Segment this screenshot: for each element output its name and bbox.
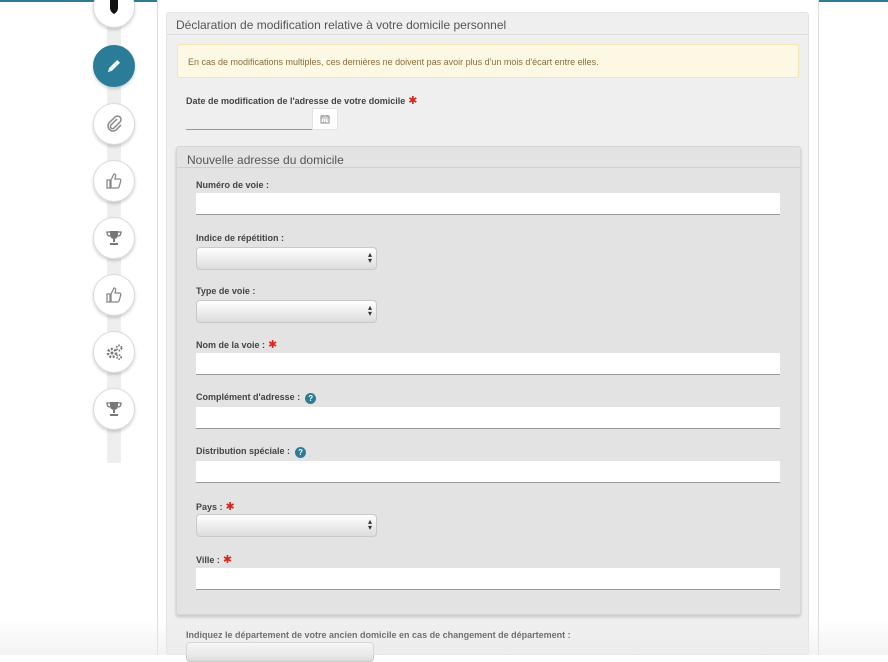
new-address-title: Nouvelle adresse du domicile (187, 153, 344, 167)
required-marker: ✱ (222, 554, 233, 566)
ville-label: Ville : ✱ (196, 553, 232, 566)
distribution-label-text: Distribution spéciale : (196, 446, 291, 456)
required-marker: ✱ (225, 501, 235, 513)
calendar-icon (320, 115, 330, 124)
pencil-icon (108, 60, 120, 72)
new-address-panel (176, 146, 801, 615)
select-arrows-icon: ▴ ▾ (367, 250, 372, 265)
step-edit[interactable] (93, 45, 135, 87)
distribution-input[interactable] (196, 461, 780, 483)
nom-voie-label-text: Nom de la voie : (196, 340, 266, 350)
warning-notice: En cas de modifications multiples, ces d… (177, 44, 799, 78)
ville-input[interactable] (196, 568, 780, 590)
date-label: Date de modification de l'adresse de vot… (186, 94, 417, 107)
paperclip-icon (107, 115, 122, 132)
trophy-icon (106, 402, 122, 416)
step-reward-2[interactable] (93, 388, 135, 430)
step-identity[interactable] (93, 0, 135, 28)
required-marker: ✱ (408, 95, 418, 107)
step-approve-2[interactable] (93, 274, 135, 316)
pays-select[interactable]: ▴ ▾ (196, 514, 377, 537)
trophy-icon (106, 231, 122, 245)
ville-label-text: Ville : (196, 555, 220, 565)
thumbs-up-icon (106, 173, 122, 189)
complement-label: Complément d'adresse :? (196, 392, 317, 404)
select-arrows-icon: ▴ ▾ (367, 517, 372, 532)
help-icon[interactable]: ? (295, 447, 307, 458)
complement-input[interactable] (196, 407, 780, 429)
nom-voie-input[interactable] (196, 353, 780, 375)
select-arrows-icon: ▴ ▾ (367, 303, 372, 318)
help-icon[interactable]: ? (305, 393, 317, 404)
calendar-button[interactable] (312, 108, 338, 130)
step-reward[interactable] (93, 217, 135, 259)
shield-icon (110, 0, 118, 14)
distribution-label: Distribution spéciale :? (196, 446, 307, 458)
numero-label: Numéro de voie : (196, 180, 270, 190)
indice-label: Indice de répétition : (196, 233, 285, 243)
pays-label: Pays : ✱ (196, 500, 235, 513)
type-voie-label: Type de voie : (196, 286, 256, 296)
required-marker: ✱ (268, 339, 278, 351)
new-address-divider (177, 167, 800, 168)
ancien-departement-label: Indiquez le département de votre ancien … (186, 630, 571, 640)
type-voie-select[interactable]: ▴ ▾ (196, 300, 377, 323)
step-settings[interactable] (93, 331, 135, 373)
gears-icon (106, 344, 123, 360)
pays-label-text: Pays : (196, 502, 223, 512)
date-label-text: Date de modification de l'adresse de vot… (186, 96, 406, 106)
section-title: Déclaration de modification relative à v… (176, 18, 507, 32)
ancien-departement-select[interactable] (186, 642, 374, 662)
numero-input[interactable] (196, 193, 780, 215)
step-attachments[interactable] (93, 103, 135, 145)
complement-label-text: Complément d'adresse : (196, 392, 301, 402)
section-divider (167, 34, 808, 35)
indice-select[interactable]: ▴ ▾ (196, 247, 377, 270)
nom-voie-label: Nom de la voie : ✱ (196, 338, 277, 351)
modification-date-input[interactable] (186, 108, 312, 130)
step-approve[interactable] (93, 160, 135, 202)
thumbs-up-icon (106, 287, 122, 303)
